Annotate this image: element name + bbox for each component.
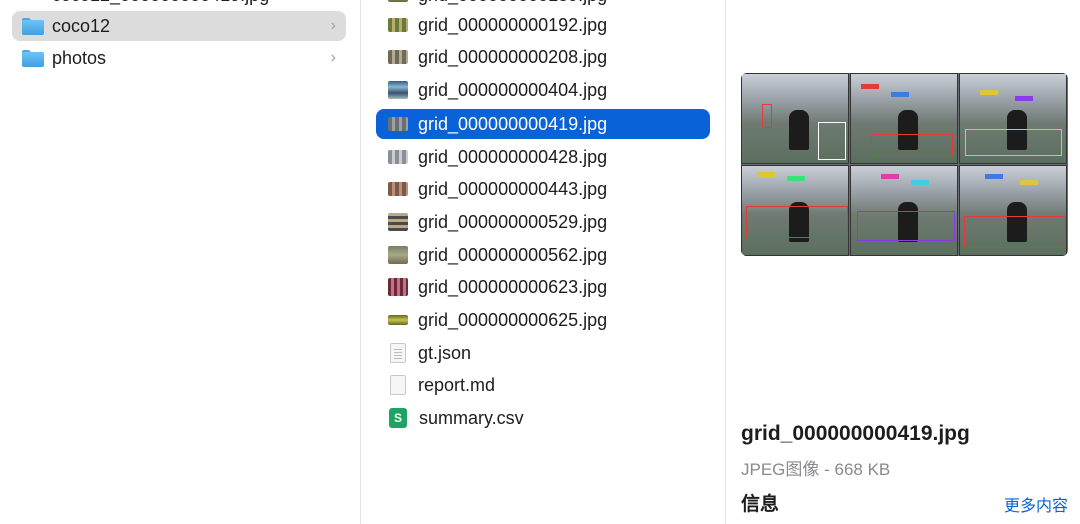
sidebar-item-label: coco12 [52,16,111,36]
file-name: grid_000000000192.jpg [418,15,608,35]
file-row[interactable]: grid_000000000428.jpg [376,142,710,172]
file-name: grid_000000000623.jpg [418,277,608,297]
file-column: grid_000000000139.jpg grid_000000000192.… [361,0,725,524]
file-name: grid_000000000419.jpg [418,114,608,134]
chevron-right-icon: › [330,49,336,66]
preview-pane: grid_000000000419.jpg JPEG图像 - 668 KB 信息… [726,0,1080,524]
image-thumbnail-icon [388,81,408,99]
list-item-partial[interactable]: coco12_000000000419.jpg [12,0,346,10]
more-info-link[interactable]: 更多内容 [1004,492,1068,516]
image-thumbnail-icon [388,117,408,131]
image-thumbnail-icon [388,213,408,231]
file-row[interactable]: grid_000000000562.jpg [376,240,710,270]
image-thumbnail-icon [388,315,408,325]
file-name: report.md [418,375,496,395]
spreadsheet-icon: S [389,408,407,428]
folder-icon [22,17,44,35]
document-icon [390,375,406,395]
file-row[interactable]: grid_000000000443.jpg [376,174,710,204]
preview-file-name: grid_000000000419.jpg [741,422,970,445]
file-row[interactable]: grid_000000000404.jpg [376,75,710,105]
file-row[interactable]: grid_000000000208.jpg [376,42,710,72]
image-thumbnail-icon [388,18,408,32]
file-row[interactable]: grid_000000000529.jpg [376,207,710,237]
info-section-title: 信息 [741,494,780,515]
file-row[interactable]: grid_000000000192.jpg [376,10,710,40]
file-name: summary.csv [419,408,524,428]
image-thumbnail-icon [388,278,408,296]
list-item-label: coco12_000000000419.jpg [22,0,269,10]
image-thumbnail-icon [388,182,408,196]
file-name: grid_000000000428.jpg [418,147,608,167]
file-name: gt.json [418,343,472,363]
folder-icon [22,49,44,67]
file-name: grid_000000000625.jpg [418,310,608,330]
file-name: grid_000000000529.jpg [418,212,608,232]
preview-image[interactable] [741,73,1068,256]
file-row[interactable]: grid_000000000623.jpg [376,272,710,302]
file-row[interactable]: S summary.csv [376,403,710,433]
file-row-selected[interactable]: grid_000000000419.jpg [376,109,710,139]
file-name: grid_000000000139.jpg [418,0,607,10]
json-document-icon [390,343,406,363]
file-row[interactable]: report.md [376,370,710,400]
image-thumbnail-icon [388,246,408,264]
file-name: grid_000000000404.jpg [418,80,608,100]
image-thumbnail-icon [388,50,408,64]
sidebar-item-coco12[interactable]: coco12 › [12,11,346,41]
file-row[interactable]: gt.json [376,338,710,368]
folder-column: coco12_000000000419.jpg coco12 › photos … [0,0,360,524]
image-thumbnail-icon [388,0,408,2]
sidebar-item-label: photos [52,48,107,68]
image-thumbnail-icon [388,150,408,164]
list-item-partial[interactable]: grid_000000000139.jpg [376,0,710,10]
finder-window: coco12_000000000419.jpg coco12 › photos … [0,0,1080,524]
chevron-right-icon: › [330,17,336,34]
file-row[interactable]: grid_000000000625.jpg [376,305,710,335]
file-name: grid_000000000208.jpg [418,47,608,67]
file-name: grid_000000000443.jpg [418,179,608,199]
file-name: grid_000000000562.jpg [418,245,608,265]
preview-kind-size: JPEG图像 - 668 KB [741,460,891,479]
sidebar-item-photos[interactable]: photos › [12,43,346,73]
